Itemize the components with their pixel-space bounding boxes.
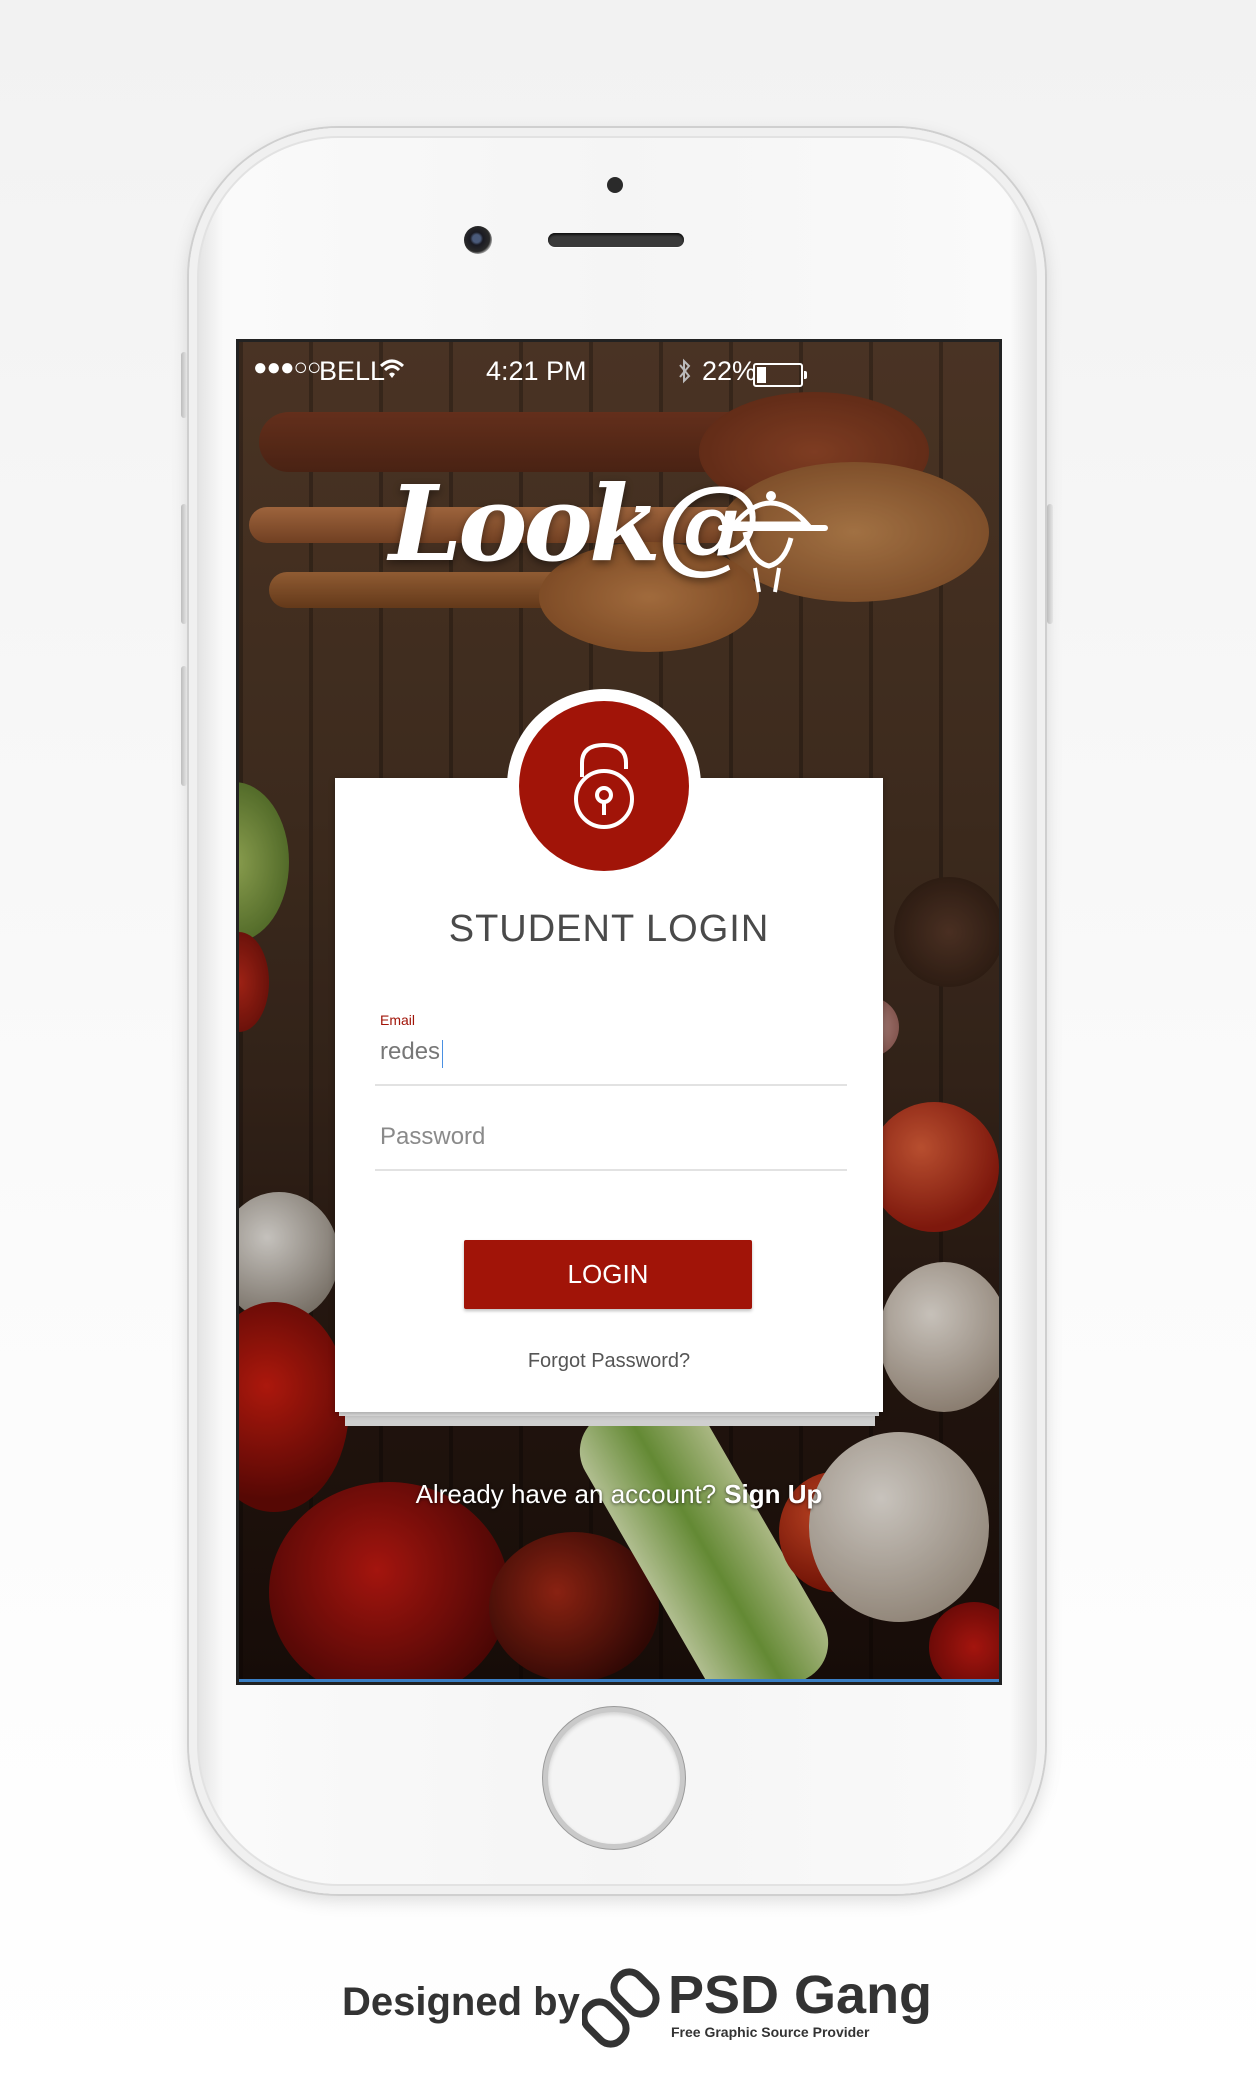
mute-switch (181, 352, 187, 418)
signup-prompt: Already have an account? Sign Up (239, 1479, 999, 1510)
brand-tagline: Free Graphic Source Provider (671, 2024, 870, 2040)
designed-by-text: Designed by (342, 1980, 580, 2024)
proximity-sensor (607, 177, 623, 193)
volume-down-button (181, 666, 187, 786)
password-field[interactable]: Password (380, 1123, 485, 1151)
unlock-icon (574, 742, 634, 829)
text-cursor (442, 1040, 443, 1068)
clock: 4:21 PM (486, 356, 587, 386)
app-screen: ●●●○○ BELL 4:21 PM 22% Look@ STUDENT LOG… (236, 339, 1002, 1685)
chef-cloche-icon (718, 491, 828, 593)
battery-percentage: 22% (702, 356, 757, 386)
earpiece-speaker (548, 233, 684, 247)
credits-footer: Designed by PSD Gang Free Graphic Source… (0, 1960, 1256, 2050)
login-button[interactable]: LOGIN (464, 1240, 752, 1309)
carrier-name: BELL (319, 356, 386, 386)
forgot-password-link[interactable]: Forgot Password? (335, 1350, 883, 1373)
volume-up-button (181, 504, 187, 624)
signup-link[interactable]: Sign Up (724, 1479, 822, 1509)
status-bar: ●●●○○ BELL 4:21 PM 22% (239, 342, 999, 402)
email-field[interactable]: redes (380, 1038, 440, 1066)
screen-bottom-edge (239, 1679, 999, 1682)
page-title: STUDENT LOGIN (448, 908, 770, 950)
signal-strength: ●●●○○ (253, 354, 321, 381)
wifi-icon (379, 359, 405, 378)
password-underline (375, 1169, 847, 1171)
signup-prompt-text: Already have an account? (415, 1479, 717, 1509)
home-button[interactable] (548, 1712, 680, 1844)
battery-icon (753, 363, 807, 387)
front-camera (464, 226, 492, 254)
email-underline (375, 1084, 847, 1086)
email-label: Email (380, 1012, 416, 1028)
psd-gang-link-icon (582, 1968, 660, 2048)
app-logo-text: Look@ (389, 462, 761, 585)
power-button (1047, 504, 1053, 624)
bluetooth-icon (679, 358, 691, 384)
lock-badge (519, 701, 689, 871)
brand-name: PSD Gang (668, 1965, 933, 2025)
